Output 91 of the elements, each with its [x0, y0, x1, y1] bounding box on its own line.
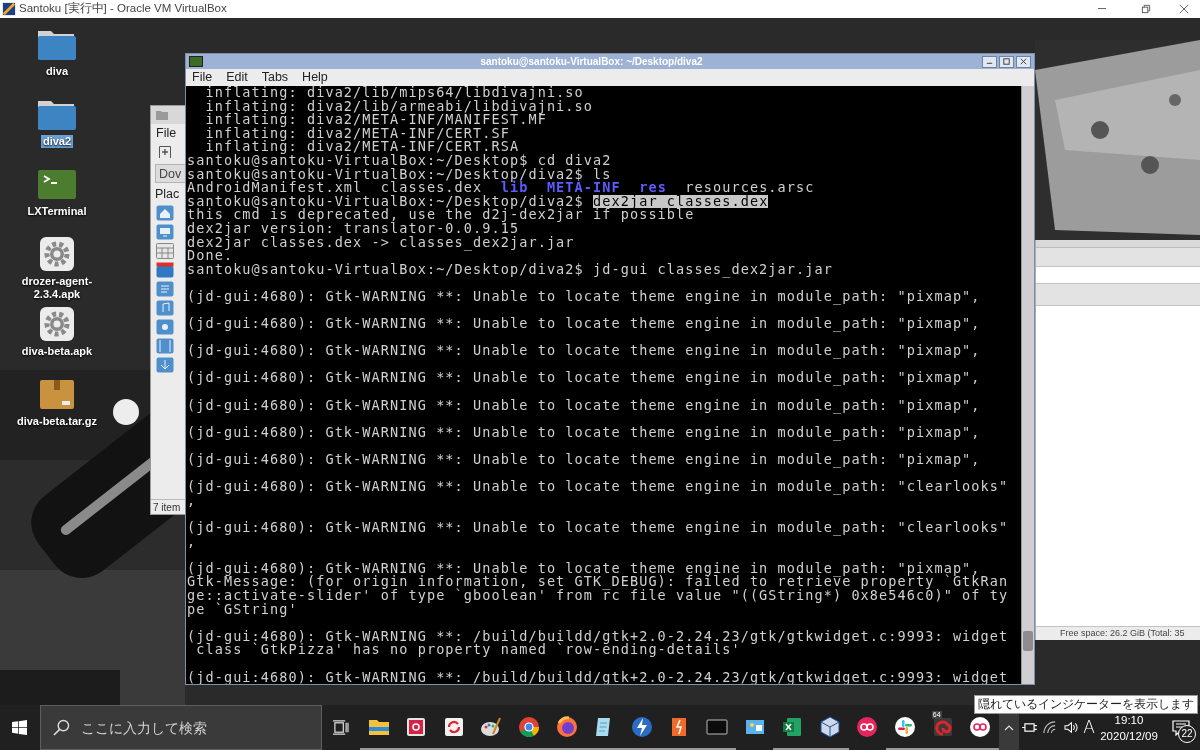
- window-title: santoku@santoku-VirtualBox: ~/Desktop/diva2: [479, 55, 704, 69]
- wifi-icon: [1042, 721, 1058, 734]
- terminal-line: (jd-gui:4680): Gtk-WARNING **: Unable to locate theme engine in module_path: "pixmap",: [187, 371, 982, 386]
- maximize-icon: [1002, 57, 1011, 66]
- terminal-line: pe `GString': [187, 602, 298, 617]
- circles-icon: [855, 714, 880, 739]
- monitor-icon[interactable]: [156, 224, 174, 240]
- app-logo-icon: [2, 2, 16, 16]
- calendar-icon[interactable]: [156, 243, 174, 259]
- circles-icon: [968, 714, 993, 739]
- windows-icon: [12, 720, 28, 735]
- pinwheel-icon: [893, 714, 917, 739]
- drive-icon[interactable]: [156, 262, 174, 278]
- terminal-line: santoku@santoku-VirtualBox:~/Desktop$ cd diva2: [187, 153, 613, 168]
- menu-item[interactable]: File: [151, 124, 189, 142]
- search-field[interactable]: ここに入力して検索: [39, 705, 322, 750]
- scrollbar-thumb[interactable]: [1023, 631, 1033, 651]
- terminal-line: (jd-gui:4680): Gtk-WARNING **: Unable to locate theme engine in module_path: "pixmap",: [187, 453, 982, 467]
- task-view-icon: [332, 720, 350, 735]
- close-button[interactable]: [1016, 55, 1031, 68]
- download-icon[interactable]: [156, 357, 174, 373]
- terminal-line: inflating: diva2/META-INF/MANIFEST.MF: [204, 113, 547, 127]
- terminal-line: inflating: diva2/META-INF/CERT.SF: [204, 126, 510, 141]
- desktop-icon-label[interactable]: LXTerminal: [25, 205, 89, 218]
- terminal-line: (jd-gui:4680): Gtk-WARNING **: Unable to locate theme engine in module_path: "pixmap",: [187, 425, 982, 440]
- terminal-line: dex2jar version: translator-0.0.9.15: [187, 221, 520, 236]
- terminal-line: (jd-gui:4680): Gtk-WARNING **: /build/buildd/gtk+2.0-2.24.23/gtk/gtkwidget.c:9993: widget: [187, 629, 1010, 644]
- window-title: Santoku [実行中] - Oracle VM VirtualBox: [19, 1, 227, 17]
- terminal-line: santoku@santoku-VirtualBox:~/Desktop/diva2$ ls: [187, 167, 612, 182]
- directory-name: lib: [500, 181, 529, 195]
- menu-item[interactable]: Tabs: [256, 69, 294, 86]
- plug-icon: [1021, 722, 1037, 733]
- maximize-button[interactable]: [999, 55, 1014, 68]
- restore-icon: [1141, 4, 1151, 14]
- tooltip: 隠れているインジケーターを表示します: [974, 695, 1198, 714]
- notification-badge: 22: [1178, 725, 1196, 743]
- terminal-line: santoku@santoku-VirtualBox:~/Desktop/diva2$ jd-gui classes_dex2jar.jar: [187, 262, 834, 277]
- close-icon: [1179, 4, 1189, 14]
- terminal-line: ,: [187, 534, 197, 549]
- home-icon[interactable]: [156, 205, 174, 221]
- menu-item[interactable]: Help: [297, 69, 333, 86]
- minimize-button[interactable]: [982, 55, 997, 68]
- directory-name: res: [639, 181, 667, 195]
- new-tab-icon[interactable]: [158, 145, 172, 159]
- scrollbar[interactable]: [1021, 86, 1034, 684]
- terminal-line: inflating: diva2/META-INF/CERT.RSA: [205, 140, 520, 154]
- caret-icon: [1004, 724, 1014, 731]
- close-icon: [1019, 57, 1028, 66]
- menu-item[interactable]: Edit: [221, 69, 253, 86]
- terminal-line: this cmd is deprecated, use the d2j-dex2jar if possible: [187, 208, 696, 222]
- terminal-line: (jd-gui:4680): Gtk-WARNING **: Unable to locate theme engine in module_path: "pixmap",: [187, 317, 982, 331]
- menu-item[interactable]: File: [187, 69, 218, 86]
- clock-time: 19:10: [1114, 712, 1144, 728]
- music-icon[interactable]: [156, 300, 174, 316]
- terminal-text: santoku@santoku-VirtualBox:~/Desktop/diva2$: [187, 194, 585, 209]
- browser-icon: [554, 714, 579, 739]
- terminal-line: Done.: [187, 249, 234, 263]
- terminal-line: (jd-gui:4680): Gtk-WARNING **: Unable to locate theme engine in module_path: "pixmap",: [187, 289, 982, 304]
- terminal-icon[interactable]: [36, 167, 78, 201]
- terminal-line: (jd-gui:4680): Gtk-WARNING **: /build/buildd/gtk+2.0-2.24.23/gtk/gtkwidget.c:9993: widget: [187, 670, 1010, 684]
- sidebar-header: Plac: [154, 186, 181, 203]
- terminal-text: resources.arsc: [685, 181, 815, 195]
- terminal-line: Gtk-Message: (for origin information, set GTK_DEBUG): failed to retrieve property `GtkRan: [187, 575, 1010, 589]
- clock-date: 2020/12/09: [1100, 728, 1158, 744]
- terminal-text: AndroidManifest.xml classes.dex: [187, 181, 483, 195]
- terminal-line: ge::activate-slider' of type `gboolean' from rc file value "((GString*) 0x8e546c0)" of ty: [187, 588, 1010, 603]
- desktop-icon-label[interactable]: drozer-agent-2.3.4.apk: [12, 275, 102, 301]
- desktop-icon-label[interactable]: diva: [44, 65, 70, 78]
- desktop-icon-label[interactable]: diva-beta.apk: [19, 345, 95, 358]
- status-text: Free space: 26.2 GiB (Total: 35: [1060, 626, 1185, 640]
- cube-icon: [817, 714, 842, 739]
- directory-name: META-INF: [546, 181, 621, 195]
- camera-icon[interactable]: [156, 319, 174, 335]
- terminal-line: ,: [187, 493, 197, 508]
- terminal-line: dex2jar classes.dex -> classes_dex2jar.jar: [187, 235, 576, 250]
- terminal-line: (jd-gui:4680): Gtk-WARNING **: Unable to locate theme engine in module_path: "clearlooks": [187, 521, 1010, 535]
- search-icon: [52, 719, 70, 736]
- terminal-line: class `GtkPizza' has no property named `row-ending-details': [196, 643, 741, 657]
- selected-text: dex2jar classes.dex: [593, 194, 769, 209]
- terminal-line: (jd-gui:4680): Gtk-WARNING **: Unable to locate theme engine in module_path: "pixmap",: [187, 561, 981, 576]
- volume-icon: [1063, 721, 1079, 734]
- lightning-icon: [629, 714, 654, 739]
- browser-icon: [517, 714, 542, 739]
- terminal-line: inflating: diva2/lib/mips64/libdivajni.so: [204, 86, 585, 100]
- terminal-line: (jd-gui:4680): Gtk-WARNING **: Unable to locate theme engine in module_path: "clearlooks": [187, 480, 1010, 494]
- terminal-line: (jd-gui:4680): Gtk-WARNING **: Unable to locate theme engine in module_path: "pixmap",: [187, 344, 982, 358]
- terminal-line: inflating: diva2/lib/armeabi/libdivajni.so: [204, 99, 595, 114]
- folder-icon: [155, 109, 169, 121]
- desktop-icon-label[interactable]: diva-beta.tar.gz: [14, 415, 100, 428]
- terminal-icon: [189, 56, 203, 67]
- terminal-line: (jd-gui:4680): Gtk-WARNING **: Unable to locate theme engine in module_path: "pixmap",: [187, 398, 982, 413]
